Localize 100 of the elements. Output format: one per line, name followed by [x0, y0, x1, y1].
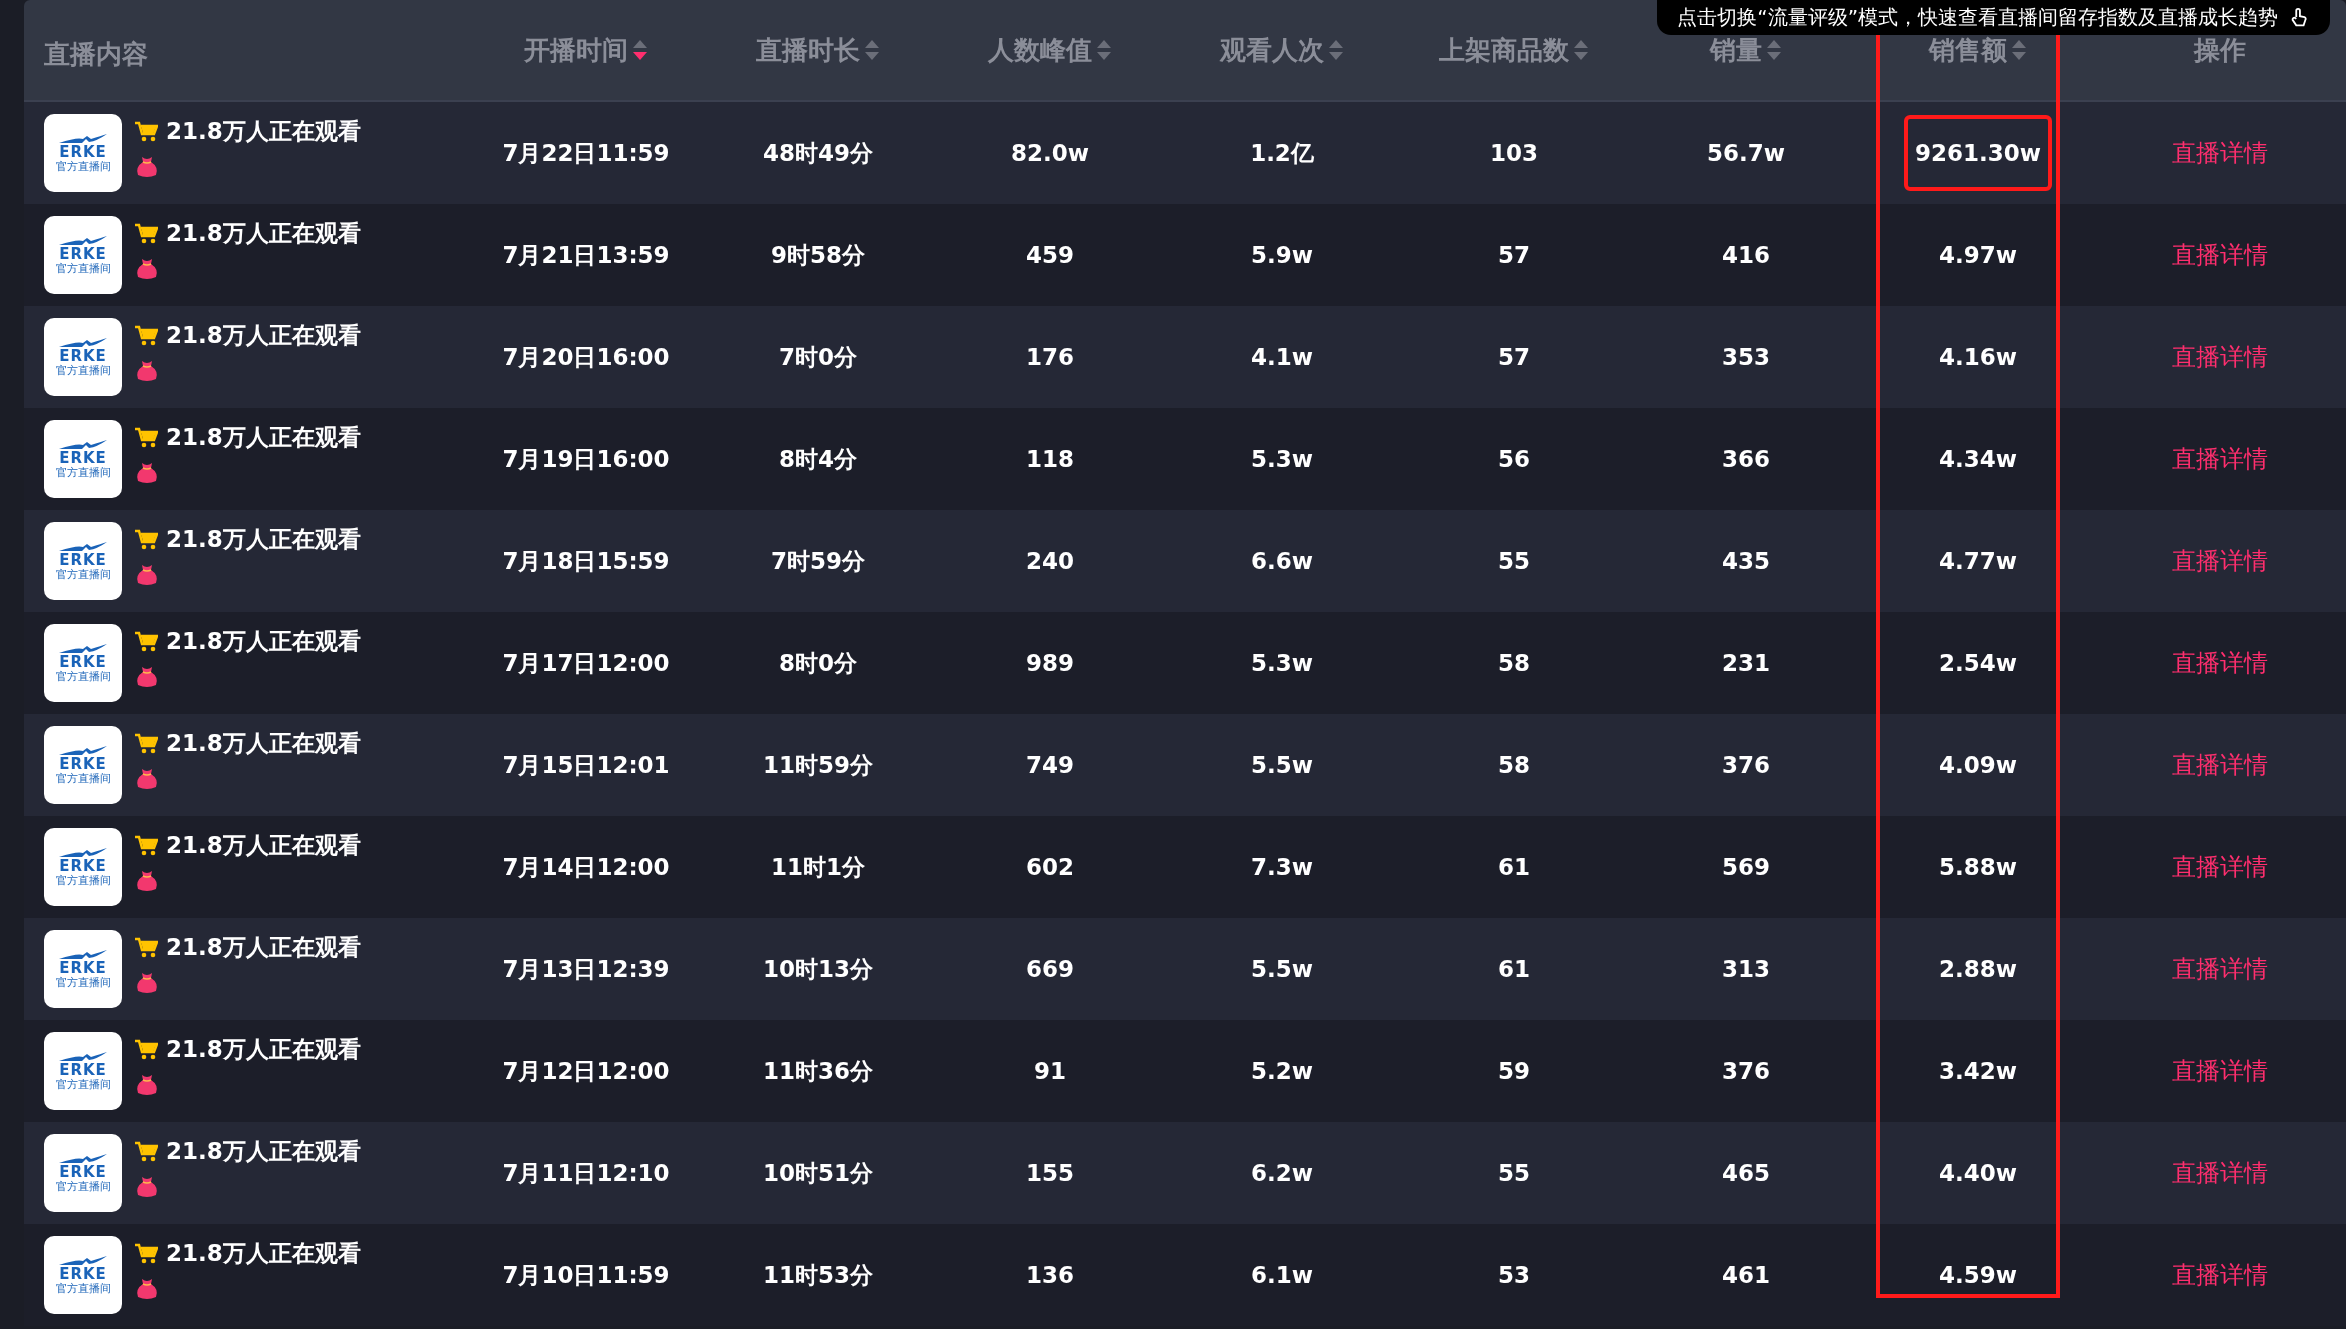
table-cell: 376 [1722, 1058, 1770, 1084]
column-header[interactable]: 销售额 [1929, 32, 2007, 68]
sort-icon[interactable] [1328, 38, 1344, 62]
column-header[interactable]: 销量 [1710, 32, 1762, 68]
sort-icon[interactable] [1096, 38, 1112, 62]
table-cell: 669 [1026, 956, 1074, 982]
cart-icon [134, 528, 158, 551]
sort-icon[interactable] [864, 38, 880, 62]
live-title: 21.8万人正在观看 [166, 627, 361, 656]
table-cell: 9261.30w [1915, 140, 2041, 166]
table-cell: 4.09w [1939, 752, 2017, 778]
table-cell: 57 [1498, 344, 1530, 370]
live-detail-link[interactable]: 直播详情 [2172, 953, 2268, 985]
table-cell-text: 11时59分 [763, 750, 873, 780]
logo-caption: 官方直播间 [55, 1179, 111, 1194]
live-detail-link[interactable]: 直播详情 [2172, 851, 2268, 883]
sort-icon[interactable] [1573, 38, 1589, 62]
table-cell-text: 11时36分 [763, 1056, 873, 1086]
table-cell-text: 10时51分 [763, 1158, 873, 1188]
table-cell-text: 7月17日12:00 [502, 648, 670, 678]
sort-icon[interactable] [632, 38, 648, 62]
table-cell: 5.3w [1251, 650, 1313, 676]
table-cell: 4.77w [1939, 548, 2017, 574]
table-cell: 56 [1498, 446, 1530, 472]
cart-icon [134, 1140, 158, 1163]
logo-caption: 官方直播间 [55, 159, 111, 174]
column-header: 直播内容 [44, 37, 148, 71]
table-cell-text: 7月19日16:00 [502, 444, 670, 474]
live-title: 21.8万人正在观看 [166, 831, 361, 860]
table-cell: 4.34w [1939, 446, 2017, 472]
live-detail-link[interactable]: 直播详情 [2172, 443, 2268, 475]
cart-icon [134, 936, 158, 959]
cart-icon [134, 120, 158, 143]
live-title: 21.8万人正在观看 [166, 117, 361, 146]
live-detail-link[interactable]: 直播详情 [2172, 545, 2268, 577]
column-header[interactable]: 直播时长 [756, 32, 860, 68]
table-cell-text: 7月14日12:00 [502, 852, 670, 882]
cart-icon [134, 1038, 158, 1061]
table-cell: 353 [1722, 344, 1770, 370]
table-cell: 3.42w [1939, 1058, 2017, 1084]
table-cell: 4.1w [1251, 344, 1313, 370]
table-cell-text: 11时1分 [771, 852, 865, 882]
table-cell-text: 7月15日12:01 [502, 750, 670, 780]
cart-icon [134, 426, 158, 449]
live-title: 21.8万人正在观看 [166, 321, 361, 350]
live-title: 21.8万人正在观看 [166, 1239, 361, 1268]
column-header[interactable]: 开播时间 [524, 32, 628, 68]
table-cell: 155 [1026, 1160, 1074, 1186]
live-title: 21.8万人正在观看 [166, 525, 361, 554]
table-cell: 2.88w [1939, 956, 2017, 982]
table-cell: 4.16w [1939, 344, 2017, 370]
live-title: 21.8万人正在观看 [166, 1137, 361, 1166]
cart-icon [134, 222, 158, 245]
table-cell: 749 [1026, 752, 1074, 778]
live-detail-link[interactable]: 直播详情 [2172, 341, 2268, 373]
logo-caption: 官方直播间 [55, 363, 111, 378]
table-cell: 465 [1722, 1160, 1770, 1186]
table-cell: 4.59w [1939, 1262, 2017, 1288]
live-title: 21.8万人正在观看 [166, 219, 361, 248]
table-cell: 91 [1034, 1058, 1066, 1084]
live-detail-link[interactable]: 直播详情 [2172, 1055, 2268, 1087]
table-cell: 55 [1498, 1160, 1530, 1186]
logo-text: ERKE [59, 1062, 107, 1078]
live-detail-link[interactable]: 直播详情 [2172, 137, 2268, 169]
sort-icon[interactable] [2011, 38, 2027, 62]
live-title: 21.8万人正在观看 [166, 423, 361, 452]
column-header[interactable]: 上架商品数 [1439, 32, 1569, 68]
table-cell-text: 48时49分 [763, 138, 873, 168]
table-cell: 118 [1026, 446, 1074, 472]
column-header[interactable]: 人数峰值 [988, 32, 1092, 68]
table-cell: 5.88w [1939, 854, 2017, 880]
live-detail-link[interactable]: 直播详情 [2172, 1259, 2268, 1291]
table-cell: 416 [1722, 242, 1770, 268]
table-cell-text: 7时59分 [771, 546, 865, 576]
table-cell: 4.97w [1939, 242, 2017, 268]
logo-text: ERKE [59, 348, 107, 364]
table-cell-text: 11时53分 [763, 1260, 873, 1290]
logo-text: ERKE [59, 246, 107, 262]
live-detail-link[interactable]: 直播详情 [2172, 749, 2268, 781]
live-detail-link[interactable]: 直播详情 [2172, 239, 2268, 271]
sort-icon[interactable] [1766, 38, 1782, 62]
table-cell: 59 [1498, 1058, 1530, 1084]
table-cell: 58 [1498, 650, 1530, 676]
table-cell: 58 [1498, 752, 1530, 778]
table-cell: 6.1w [1251, 1262, 1313, 1288]
live-detail-link[interactable]: 直播详情 [2172, 1157, 2268, 1189]
logo-caption: 官方直播间 [55, 975, 111, 990]
table-cell: 5.5w [1251, 956, 1313, 982]
logo-caption: 官方直播间 [55, 567, 111, 582]
column-header[interactable]: 观看人次 [1220, 32, 1324, 68]
table-cell: 4.40w [1939, 1160, 2017, 1186]
cart-icon [134, 834, 158, 857]
table-cell: 435 [1722, 548, 1770, 574]
logo-text: ERKE [59, 1164, 107, 1180]
cart-icon [134, 324, 158, 347]
table-cell: 61 [1498, 956, 1530, 982]
logo-caption: 官方直播间 [55, 465, 111, 480]
table-cell: 376 [1722, 752, 1770, 778]
live-detail-link[interactable]: 直播详情 [2172, 647, 2268, 679]
table-cell: 231 [1722, 650, 1770, 676]
